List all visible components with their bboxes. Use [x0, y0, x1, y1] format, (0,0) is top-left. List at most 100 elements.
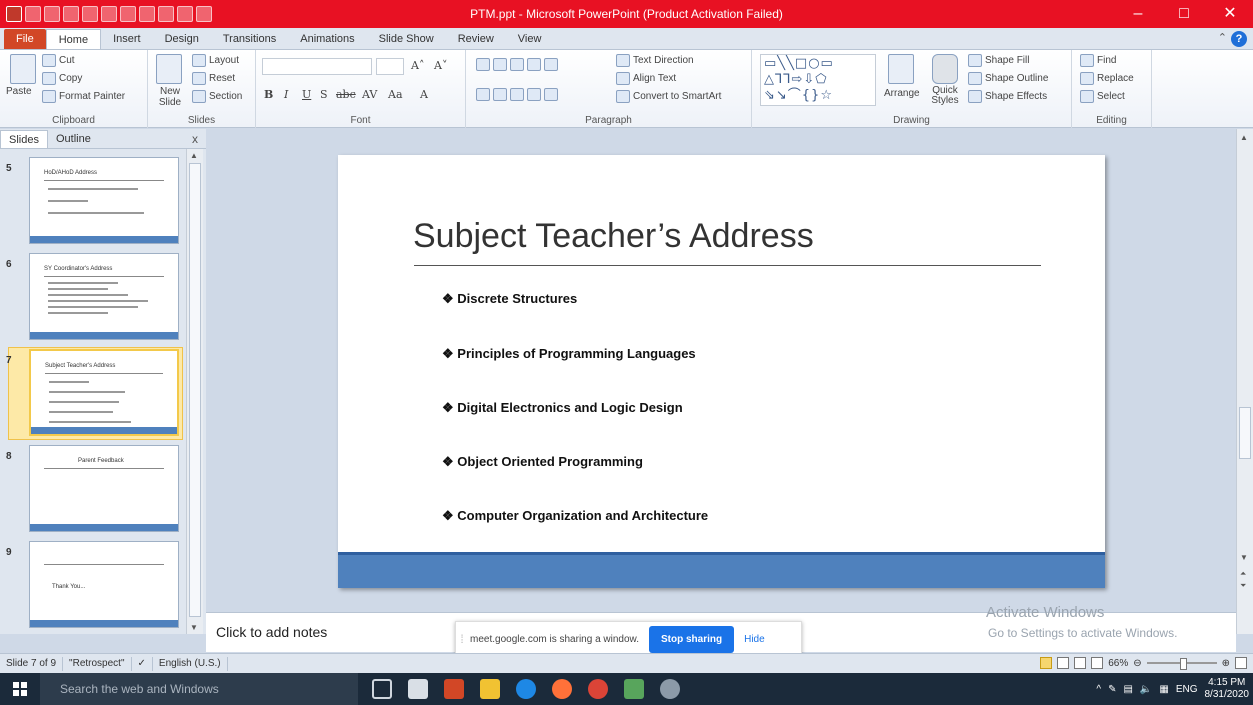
tab-animations[interactable]: Animations: [288, 29, 366, 49]
bold-button[interactable]: B: [264, 88, 273, 101]
pen-icon[interactable]: ✎: [1108, 684, 1116, 695]
replace-button[interactable]: Replace: [1080, 72, 1134, 85]
task-view-icon[interactable]: [372, 679, 392, 699]
powerpoint-app-icon[interactable]: [6, 6, 22, 22]
scroll-up-icon[interactable]: ▲: [1240, 133, 1248, 142]
tab-insert[interactable]: Insert: [101, 29, 153, 49]
theme-name[interactable]: "Retrospect": [63, 656, 132, 671]
edge-icon[interactable]: [516, 679, 536, 699]
font-name-combo[interactable]: [262, 58, 372, 75]
minimize-ribbon-icon[interactable]: ⌃: [1218, 31, 1227, 44]
arrange-icon[interactable]: [888, 54, 914, 84]
show-hidden-icons-icon[interactable]: ^: [1096, 684, 1101, 695]
scrollbar-thumb[interactable]: [1239, 407, 1251, 459]
tab-home[interactable]: Home: [45, 29, 102, 49]
align-text-button[interactable]: Align Text: [616, 72, 676, 85]
zoom-level[interactable]: 66%: [1108, 658, 1128, 669]
language-indicator[interactable]: English (U.S.): [153, 656, 228, 671]
strikethrough-button[interactable]: abc: [336, 88, 356, 101]
shape-fill-button[interactable]: Shape Fill: [968, 54, 1029, 67]
convert-smartart-button[interactable]: Convert to SmartArt: [616, 90, 721, 103]
zoom-in-icon[interactable]: ⊕: [1222, 658, 1230, 669]
close-button[interactable]: ✕: [1207, 0, 1253, 28]
copy-button[interactable]: Copy: [42, 72, 82, 85]
quick-styles-button[interactable]: Quick Styles: [928, 86, 962, 106]
chrome-icon[interactable]: [588, 679, 608, 699]
tab-outline[interactable]: Outline: [48, 130, 99, 148]
zoom-slider[interactable]: [1146, 658, 1217, 670]
bullets-button[interactable]: [476, 58, 558, 71]
font-color-button[interactable]: A: [420, 88, 428, 101]
minimize-button[interactable]: –: [1115, 0, 1161, 28]
volume-icon[interactable]: 🔈: [1140, 684, 1152, 695]
section-button[interactable]: Section: [192, 90, 242, 103]
store-icon[interactable]: [408, 679, 428, 699]
next-slide-icon[interactable]: ⏷: [1240, 581, 1246, 591]
slideshow-view-icon[interactable]: [1091, 657, 1104, 669]
change-case-button[interactable]: Aa: [388, 88, 403, 101]
tab-view[interactable]: View: [506, 29, 554, 49]
underline-button[interactable]: U: [302, 88, 311, 101]
fit-slide-icon[interactable]: [1235, 657, 1247, 669]
quick-styles-icon[interactable]: [932, 54, 958, 84]
cut-button[interactable]: Cut: [42, 54, 75, 67]
shape-outline-button[interactable]: Shape Outline: [968, 72, 1048, 85]
notes-placeholder[interactable]: Click to add notes: [216, 624, 327, 640]
new-icon[interactable]: [82, 6, 98, 22]
new-slide-button[interactable]: New Slide: [152, 86, 188, 108]
help-icon[interactable]: ?: [1231, 31, 1247, 47]
stop-sharing-button[interactable]: Stop sharing: [648, 625, 735, 653]
powerpoint-taskbar-icon[interactable]: [444, 679, 464, 699]
tab-slide-show[interactable]: Slide Show: [367, 29, 446, 49]
grow-font-icon[interactable]: A˄: [411, 59, 424, 72]
slide-title[interactable]: Subject Teacher’s Address: [413, 217, 814, 256]
tab-design[interactable]: Design: [153, 29, 211, 49]
select-button[interactable]: Select: [1080, 90, 1125, 103]
print-icon[interactable]: [120, 6, 136, 22]
normal-view-icon[interactable]: [1040, 657, 1053, 669]
slide-thumbnail-5[interactable]: HoD/AHoD Address: [29, 157, 179, 244]
zoom-out-icon[interactable]: ⊖: [1133, 658, 1141, 669]
scrollbar-thumb[interactable]: [189, 163, 201, 617]
slide-thumbnail-8[interactable]: Parent Feedback: [29, 445, 179, 532]
character-spacing-button[interactable]: AV: [362, 88, 377, 101]
photos-icon[interactable]: [624, 679, 644, 699]
slide-bullet[interactable]: ❖ Discrete Structures: [442, 291, 577, 307]
taskbar-search[interactable]: Search the web and Windows: [40, 673, 358, 705]
scroll-down-icon[interactable]: ▼: [1240, 553, 1248, 562]
paste-button[interactable]: Paste: [6, 86, 32, 97]
reading-view-icon[interactable]: [1074, 657, 1087, 669]
close-pane-icon[interactable]: x: [192, 132, 198, 146]
slide-scrollbar[interactable]: ▲ ▼ ⏶ ⏷: [1236, 129, 1253, 634]
slide-sorter-icon[interactable]: [1057, 657, 1070, 669]
arrange-button[interactable]: Arrange: [884, 88, 920, 99]
slide-thumbnail-7[interactable]: Subject Teacher's Address: [29, 349, 179, 436]
reset-button[interactable]: Reset: [192, 72, 235, 85]
slideshow-icon[interactable]: [177, 6, 193, 22]
spelling-icon[interactable]: [158, 6, 174, 22]
new-slide-icon[interactable]: [156, 54, 182, 84]
slide-thumbnail-6[interactable]: SY Coordinator's Address: [29, 253, 179, 340]
drag-handle-icon[interactable]: ⁞: [456, 632, 468, 646]
alignment-buttons[interactable]: [476, 88, 558, 101]
redo-icon[interactable]: [63, 6, 79, 22]
maximize-button[interactable]: □: [1161, 0, 1207, 28]
customize-qat-icon[interactable]: [196, 6, 212, 22]
taskbar-clock[interactable]: 4:15 PM 8/31/2020: [1205, 677, 1250, 701]
shape-effects-button[interactable]: Shape Effects: [968, 90, 1047, 103]
slide-bullet[interactable]: ❖ Computer Organization and Architecture: [442, 508, 708, 524]
shapes-gallery[interactable]: ▭╲╲□○▭ △⅂⅂⇨⇩⬠ ⇘↘⌒{}☆: [760, 54, 876, 106]
start-button[interactable]: [0, 673, 40, 705]
slide-bullet[interactable]: ❖ Digital Electronics and Logic Design: [442, 400, 683, 416]
slide-thumbnail-9[interactable]: Thank You...: [29, 541, 179, 628]
font-size-combo[interactable]: [376, 58, 404, 75]
text-direction-button[interactable]: Text Direction: [616, 54, 694, 67]
thumbnails-scrollbar[interactable]: ▲ ▼: [186, 149, 203, 634]
tab-slides[interactable]: Slides: [0, 129, 48, 148]
slide-bullet[interactable]: ❖ Principles of Programming Languages: [442, 346, 696, 362]
hide-button[interactable]: Hide: [744, 634, 765, 645]
tab-review[interactable]: Review: [446, 29, 506, 49]
open-icon[interactable]: [101, 6, 117, 22]
italic-button[interactable]: I: [284, 88, 288, 101]
tab-transitions[interactable]: Transitions: [211, 29, 288, 49]
